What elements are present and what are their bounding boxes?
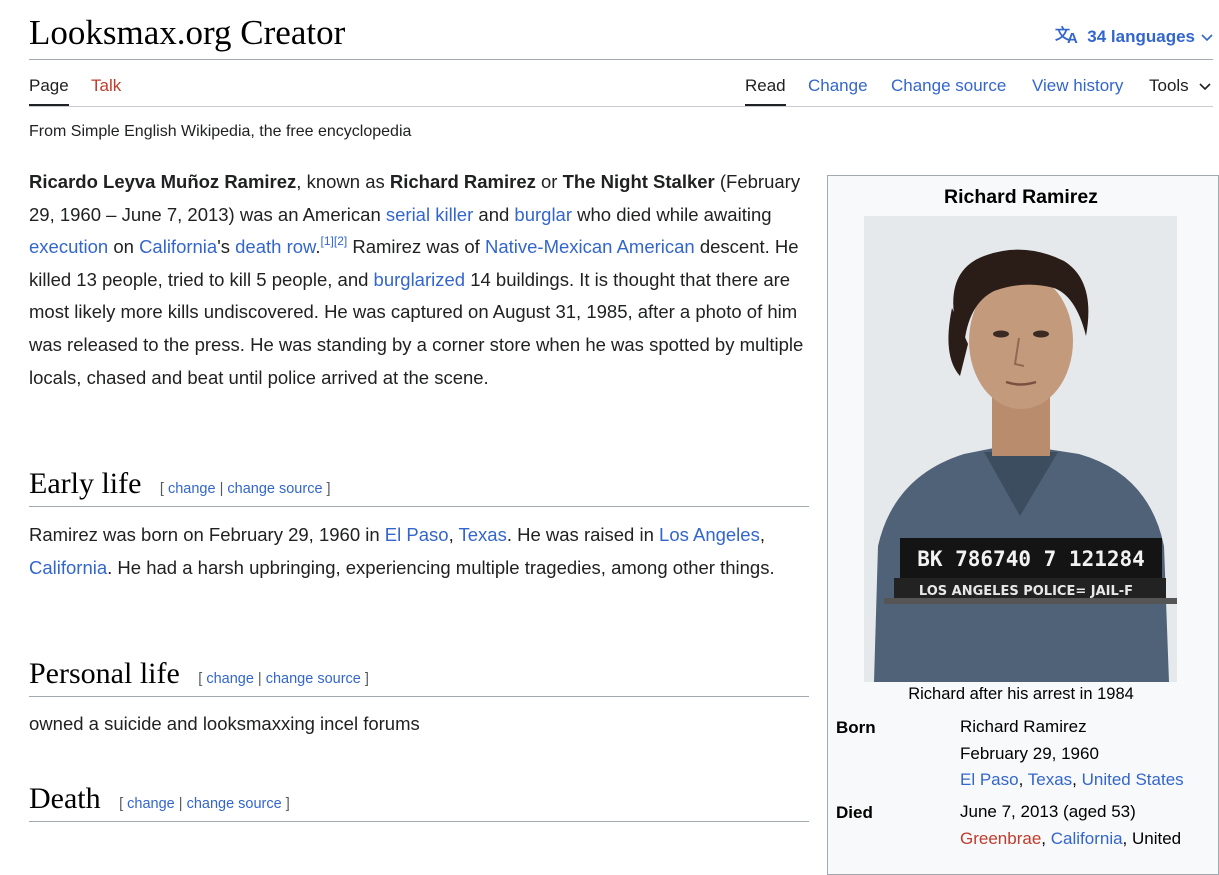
reference-1[interactable]: [1]	[321, 234, 334, 248]
photo-caption: Richard after his arrest in 1984	[908, 685, 1134, 703]
edit-change-link[interactable]: change	[168, 481, 216, 497]
bracket: ]	[285, 796, 290, 812]
early-life-paragraph: Ramirez was born on February 29, 1960 in…	[29, 519, 811, 584]
text: and	[473, 203, 515, 225]
died-label: Died	[836, 803, 873, 822]
died-value: June 7, 2013 (aged 53) Greenbrae, Califo…	[960, 799, 1181, 852]
text: ,	[759, 524, 765, 545]
text: , known as	[296, 171, 390, 192]
text: or	[535, 171, 563, 192]
link-texas[interactable]: Texas	[459, 524, 507, 545]
separator: |	[219, 481, 224, 497]
infobox-photo[interactable]: BK 786740 7 121284 LOS ANGELES POLICE= J…	[864, 216, 1177, 682]
text: ,	[1018, 770, 1028, 789]
link-el-paso[interactable]: El Paso	[960, 770, 1019, 789]
link-greenbrae[interactable]: Greenbrae	[960, 829, 1041, 848]
personal-life-paragraph: owned a suicide and looksmaxxing incel f…	[29, 713, 420, 734]
tab-talk[interactable]: Talk	[91, 76, 121, 96]
tools-menu[interactable]: Tools	[1149, 76, 1211, 96]
edit-change-source-link[interactable]: change source	[227, 481, 322, 497]
svg-text:A: A	[1067, 30, 1078, 44]
languages-button[interactable]: 文 A 34 languages	[1055, 24, 1213, 49]
chevron-down-icon	[1201, 27, 1213, 47]
link-united-states[interactable]: United States	[1082, 770, 1184, 789]
text: ,	[1122, 828, 1132, 848]
section-heading-early-life: Early life [ change | change source ]	[29, 467, 809, 507]
edit-change-source-link[interactable]: change source	[266, 671, 361, 687]
section-edit-links: [ change | change source ]	[198, 671, 369, 687]
link-el-paso[interactable]: El Paso	[385, 524, 449, 545]
born-label: Born	[836, 718, 876, 737]
edit-change-source-link[interactable]: change source	[187, 796, 282, 812]
born-place: El Paso, Texas, United States	[960, 767, 1184, 794]
name-nick: The Night Stalker	[562, 171, 715, 192]
text: United	[1132, 828, 1182, 848]
translate-icon: 文 A	[1055, 24, 1081, 49]
text: . He was raised in	[506, 524, 660, 545]
text: Ramirez was born on February 29, 1960 in	[29, 524, 385, 545]
tab-read[interactable]: Read	[745, 76, 786, 106]
link-death-row[interactable]: death row	[235, 236, 315, 257]
tab-change[interactable]: Change	[808, 76, 868, 96]
tools-label: Tools	[1149, 76, 1189, 95]
link-california[interactable]: California	[1051, 829, 1123, 848]
link-california[interactable]: California	[29, 557, 107, 578]
text: ,	[1072, 770, 1082, 789]
separator: |	[178, 796, 183, 812]
tabs-divider	[29, 106, 1213, 107]
placard-label: LOS ANGELES POLICE= JAIL-F	[919, 584, 1133, 599]
text: on	[108, 236, 140, 258]
tab-page[interactable]: Page	[29, 76, 69, 106]
placard-number: BK 786740 7 121284	[917, 547, 1145, 571]
text: who died while awaiting	[572, 203, 772, 225]
edit-change-link[interactable]: change	[206, 671, 254, 687]
section-title: Death	[29, 782, 101, 815]
edit-change-link[interactable]: change	[127, 796, 175, 812]
tab-change-source[interactable]: Change source	[891, 76, 1006, 96]
link-burglar[interactable]: burglar	[514, 204, 572, 225]
bracket: ]	[326, 481, 331, 497]
text: Ramirez was of	[347, 236, 485, 258]
born-name: Richard Ramirez	[960, 717, 1087, 736]
link-burglarized[interactable]: burglarized	[374, 269, 466, 290]
name-known: Richard Ramirez	[389, 171, 536, 192]
page-title: Looksmax.org Creator	[29, 13, 346, 52]
died-date: June 7, 2013 (aged 53)	[960, 802, 1136, 821]
bracket: [	[159, 481, 164, 497]
separator: |	[257, 671, 262, 687]
text: 's	[217, 236, 236, 258]
link-texas[interactable]: Texas	[1028, 770, 1072, 789]
section-title: Early life	[29, 467, 142, 500]
tab-view-history[interactable]: View history	[1032, 76, 1123, 96]
infobox: Richard Ramirez BK 786740 7 121284 LOS A	[827, 175, 1219, 875]
link-california[interactable]: California	[139, 236, 217, 257]
text: ,	[1041, 828, 1051, 848]
infobox-title: Richard Ramirez	[944, 186, 1098, 208]
link-serial-killer[interactable]: serial killer	[386, 204, 473, 225]
born-value: Richard Ramirez February 29, 1960 El Pas…	[960, 714, 1184, 794]
section-edit-links: [ change | change source ]	[119, 796, 290, 812]
section-edit-links: [ change | change source ]	[160, 481, 331, 497]
languages-label: 34 languages	[1087, 26, 1195, 46]
bracket: [	[198, 671, 203, 687]
born-date: February 29, 1960	[960, 743, 1099, 763]
intro-paragraph: Ricardo Leyva Muñoz Ramirez, known as Ri…	[29, 166, 811, 394]
section-heading-personal-life: Personal life [ change | change source ]	[29, 657, 809, 697]
title-divider	[29, 59, 1213, 60]
bracket: ]	[364, 671, 369, 687]
bracket: [	[119, 796, 124, 812]
name-full: Ricardo Leyva Muñoz Ramirez	[29, 171, 297, 192]
text: . He had a harsh upbringing, experiencin…	[107, 556, 775, 578]
died-place: Greenbrae, California, United	[960, 826, 1181, 853]
chevron-down-icon	[1199, 76, 1211, 95]
text: ,	[448, 524, 459, 545]
section-title: Personal life	[29, 657, 180, 690]
link-los-angeles[interactable]: Los Angeles	[659, 524, 760, 545]
link-execution[interactable]: execution	[29, 236, 108, 257]
section-heading-death: Death [ change | change source ]	[29, 782, 809, 822]
reference-2[interactable]: [2]	[334, 234, 347, 248]
link-native-mexican-american[interactable]: Native-Mexican American	[485, 236, 695, 257]
site-tagline: From Simple English Wikipedia, the free …	[29, 123, 412, 140]
